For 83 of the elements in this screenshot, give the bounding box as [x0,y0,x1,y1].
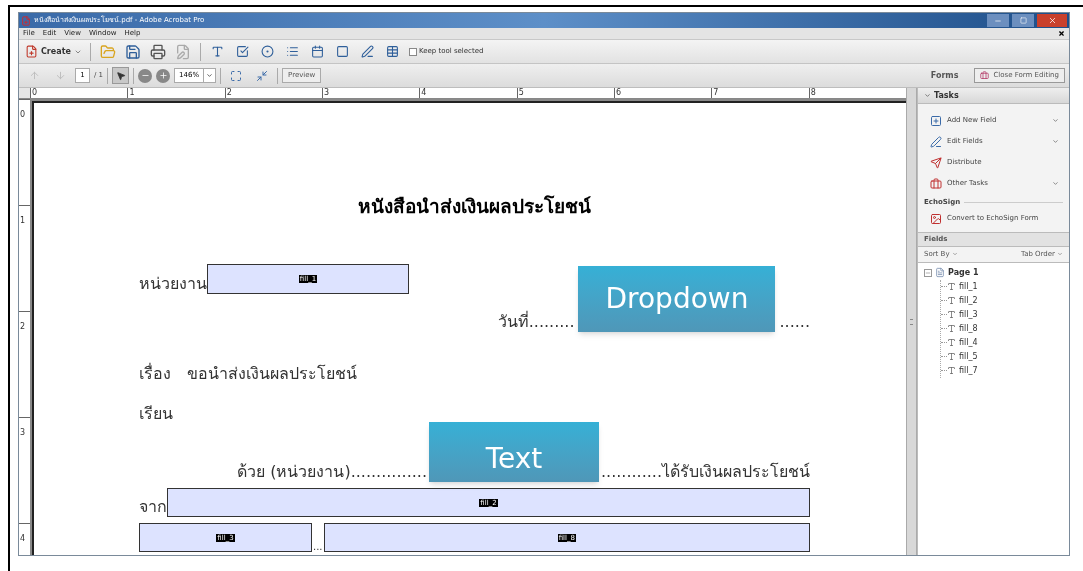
pencil-icon [930,135,942,148]
zoom-in-button[interactable] [156,68,171,83]
ruler-number: 3 [324,88,330,98]
previous-page-icon [28,70,40,81]
ruler-number: 6 [616,88,622,98]
text-field-icon [947,352,956,361]
recipient-label: เรียน [139,403,173,425]
app-icon [21,15,31,26]
ruler-number: 4 [421,88,427,98]
tree-item[interactable]: fill_8 [959,322,978,335]
ruler-number: 8 [810,88,816,98]
text-field-icon [947,310,956,319]
tree-toggle-icon[interactable] [924,268,932,277]
close-document-icon[interactable] [1058,30,1065,37]
briefcase-icon [930,177,942,190]
tree-item[interactable]: fill_1 [959,280,978,293]
text-field-icon [947,282,956,291]
text-field-tool-icon [211,45,225,58]
briefcase-icon [980,71,990,80]
table-tool-icon [386,45,400,58]
subject-label: เรื่อง [139,362,171,385]
caret-icon [206,72,214,79]
edit-document-icon [174,43,191,60]
radio-tool-icon [261,45,275,58]
date-line: วันที่......... [497,312,575,332]
forms-label: Forms [930,69,959,82]
date-line: ...... [779,312,810,332]
checkbox[interactable] [408,47,417,56]
print-icon [149,43,166,60]
fit-page-icon [230,69,243,82]
ruler-number: 0 [32,88,38,98]
field-label: จาก [139,497,167,517]
send-icon [930,156,942,169]
text-field-icon [947,324,956,333]
list-box-tool-icon [286,45,300,58]
create-document-icon [25,45,38,58]
tree-item[interactable]: fill_3 [959,308,978,321]
fit-width-icon [256,69,269,82]
maximize-icon [1019,17,1027,24]
square-tool-icon [336,45,350,58]
pointer-icon [115,70,126,81]
checkbox-tool-icon [236,45,250,58]
page-icon [935,267,945,278]
caret-icon [951,251,958,257]
body-line: ด้วย (หน่วยงาน)............... [237,462,427,482]
tree-item[interactable]: Page 1 [948,266,979,279]
tree-item[interactable]: fill_7 [959,364,978,377]
create-button[interactable]: Create [23,41,84,62]
ruler-number: 2 [226,88,232,98]
callout-label: Text [428,422,599,482]
tree-item[interactable]: fill_5 [959,350,978,363]
body-line: ............ได้รับเงินผลประโยชน์ [600,462,810,482]
text-field-icon [947,338,956,347]
tasks-header[interactable]: Tasks [918,88,1069,104]
dotted-separator: ... [313,542,323,552]
save-icon [124,43,141,60]
add-field-icon [930,114,942,127]
ruler-number: 5 [518,88,524,98]
open-folder-icon [99,43,116,60]
callout-label: Dropdown [578,266,776,332]
tree-item[interactable]: fill_2 [959,294,978,307]
signature-tool-icon [361,45,375,58]
ruler-number: 0 [20,110,26,119]
caret-icon [1057,251,1063,257]
tree-item[interactable]: fill_4 [959,336,978,349]
subject-text: ขอนำส่งเงินผลประโยชน์ [187,363,357,385]
ruler-number: 1 [129,88,135,98]
ruler-number: 2 [20,322,26,331]
next-page-icon [54,70,66,81]
ruler-number: 1 [20,216,26,225]
field-label: หน่วยงาน [139,274,207,294]
text-field-icon [947,366,956,375]
calendar-tool-icon [311,45,325,58]
form-image-icon [930,212,942,225]
close-icon [1047,16,1057,25]
select-tool-button[interactable] [112,67,130,84]
zoom-out-button[interactable] [138,68,153,83]
ruler-number: 4 [20,534,26,543]
plus-icon [158,71,168,80]
ruler-number: 3 [20,428,26,437]
text-field-icon [947,296,956,305]
document-title: หนังสือนำส่งเงินผลประโยชน์ [358,193,591,219]
ruler-number: 7 [713,88,719,98]
